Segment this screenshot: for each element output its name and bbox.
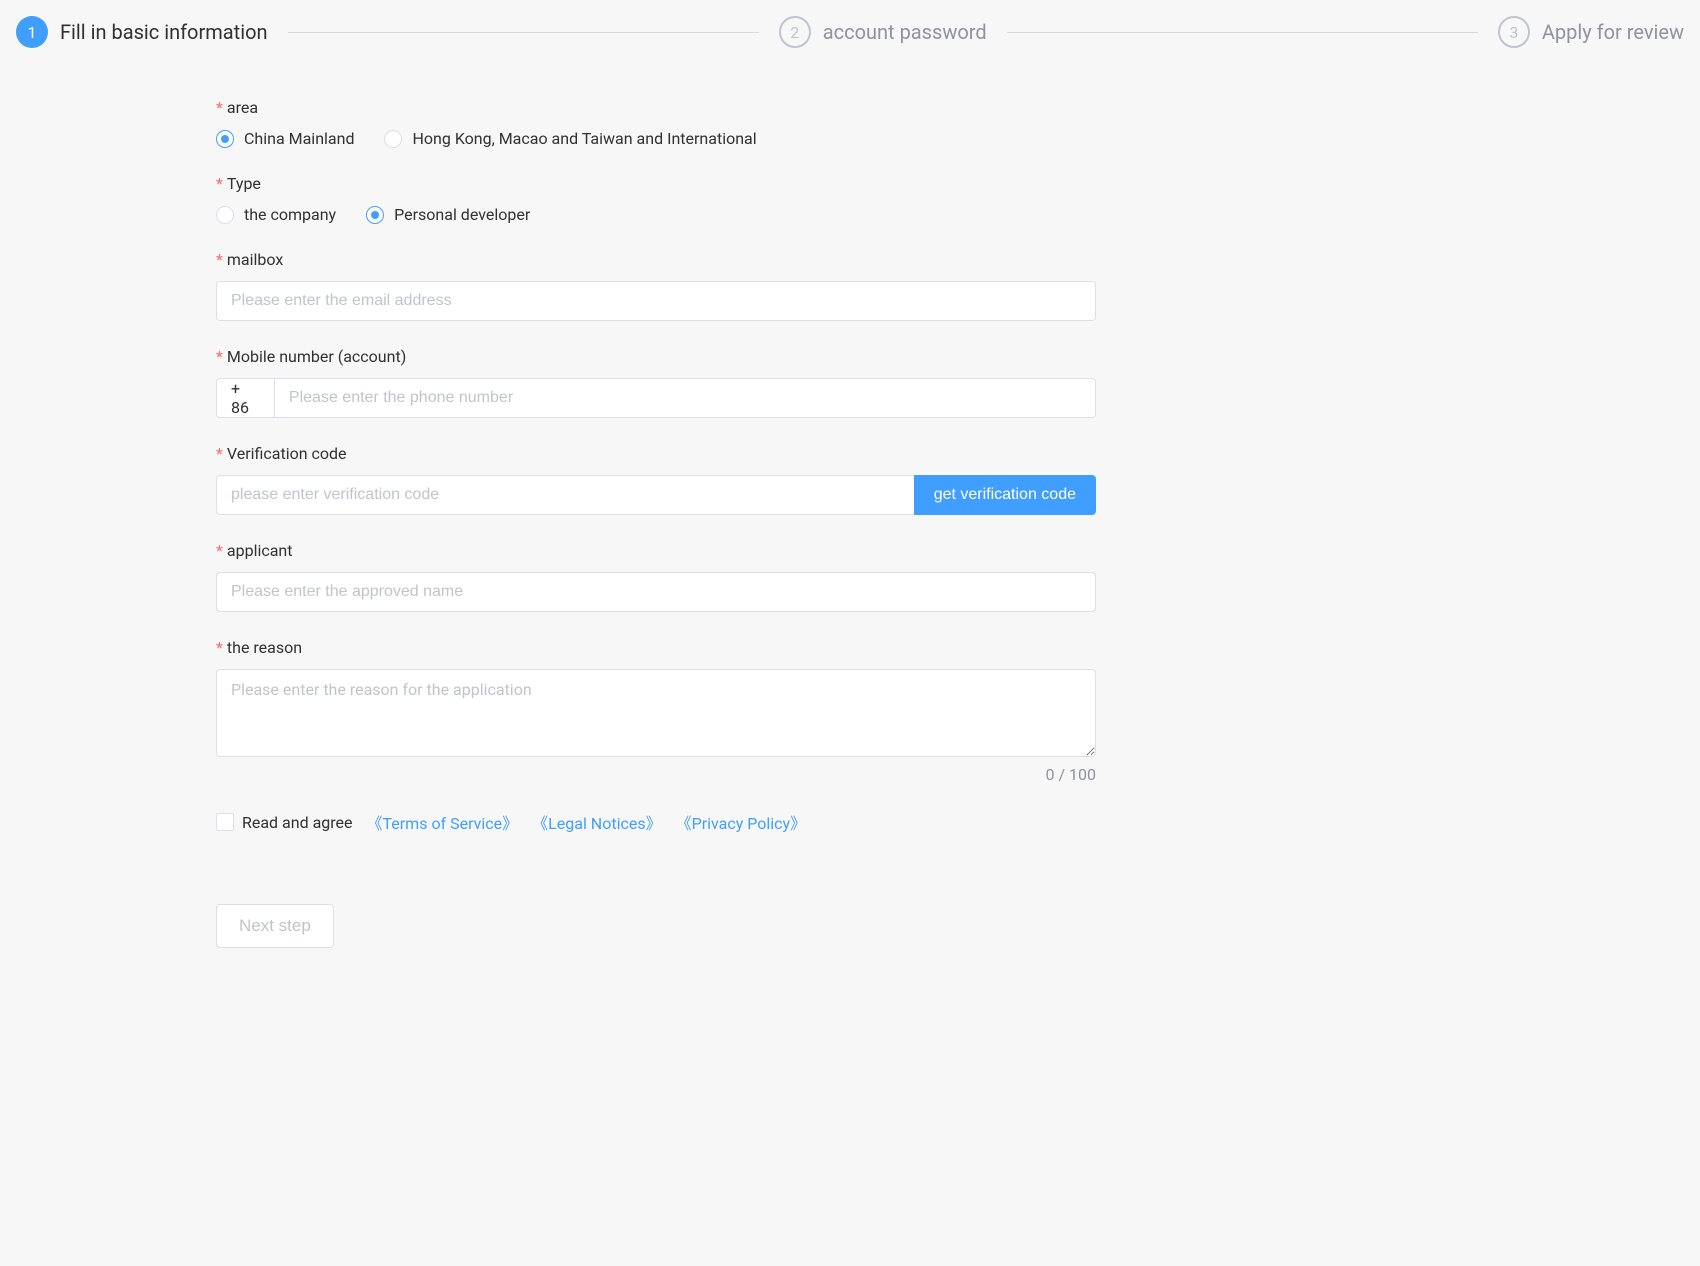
step-line [1007,32,1478,33]
code-label: *Verification code [216,444,1096,463]
step-3-circle: 3 [1498,16,1530,48]
field-mailbox: *mailbox [216,250,1096,321]
radio-label: China Mainland [244,129,354,148]
registration-form: *area China Mainland Hong Kong, Macao an… [216,98,1096,948]
step-2: 2 account password [779,16,987,48]
radio-area-international[interactable]: Hong Kong, Macao and Taiwan and Internat… [384,129,756,148]
steps-header: 1 Fill in basic information 2 account pa… [16,16,1684,48]
field-reason: *the reason 0 / 100 [216,638,1096,784]
step-2-circle: 2 [779,16,811,48]
field-mobile: *Mobile number (account) + 86 [216,347,1096,418]
radio-label: the company [244,205,336,224]
reason-char-count: 0 / 100 [216,765,1096,784]
area-label: *area [216,98,1096,117]
step-1-circle: 1 [16,16,48,48]
step-1: 1 Fill in basic information [16,16,268,48]
agree-text: Read and agree [242,813,353,832]
step-1-title: Fill in basic information [60,20,268,44]
radio-icon [216,206,234,224]
radio-area-china-mainland[interactable]: China Mainland [216,129,354,148]
verification-code-input[interactable] [216,475,914,515]
mailbox-label: *mailbox [216,250,1096,269]
legal-notices-link[interactable]: 《Legal Notices》 [532,810,661,834]
radio-icon [384,130,402,148]
radio-icon [216,130,234,148]
next-step-button[interactable]: Next step [216,904,334,948]
agree-checkbox[interactable] [216,813,234,831]
radio-label: Personal developer [394,205,530,224]
reason-textarea[interactable] [216,669,1096,757]
mailbox-input[interactable] [216,281,1096,321]
step-line [288,32,759,33]
mobile-label: *Mobile number (account) [216,347,1096,366]
mobile-country-code: + 86 [216,378,274,418]
radio-icon [366,206,384,224]
field-verification-code: *Verification code get verification code [216,444,1096,515]
step-3: 3 Apply for review [1498,16,1684,48]
mobile-input[interactable] [274,378,1096,418]
privacy-policy-link[interactable]: 《Privacy Policy》 [676,810,807,834]
step-2-title: account password [823,20,987,44]
type-radio-group: the company Personal developer [216,205,1096,224]
get-code-button[interactable]: get verification code [914,475,1096,515]
step-3-title: Apply for review [1542,20,1684,44]
field-type: *Type the company Personal developer [216,174,1096,224]
radio-type-personal[interactable]: Personal developer [366,205,530,224]
radio-type-company[interactable]: the company [216,205,336,224]
field-area: *area China Mainland Hong Kong, Macao an… [216,98,1096,148]
applicant-label: *applicant [216,541,1096,560]
reason-label: *the reason [216,638,1096,657]
field-applicant: *applicant [216,541,1096,612]
area-radio-group: China Mainland Hong Kong, Macao and Taiw… [216,129,1096,148]
terms-of-service-link[interactable]: 《Terms of Service》 [367,810,519,834]
applicant-input[interactable] [216,572,1096,612]
field-agree: Read and agree 《Terms of Service》 《Legal… [216,810,1096,834]
type-label: *Type [216,174,1096,193]
radio-label: Hong Kong, Macao and Taiwan and Internat… [412,129,756,148]
